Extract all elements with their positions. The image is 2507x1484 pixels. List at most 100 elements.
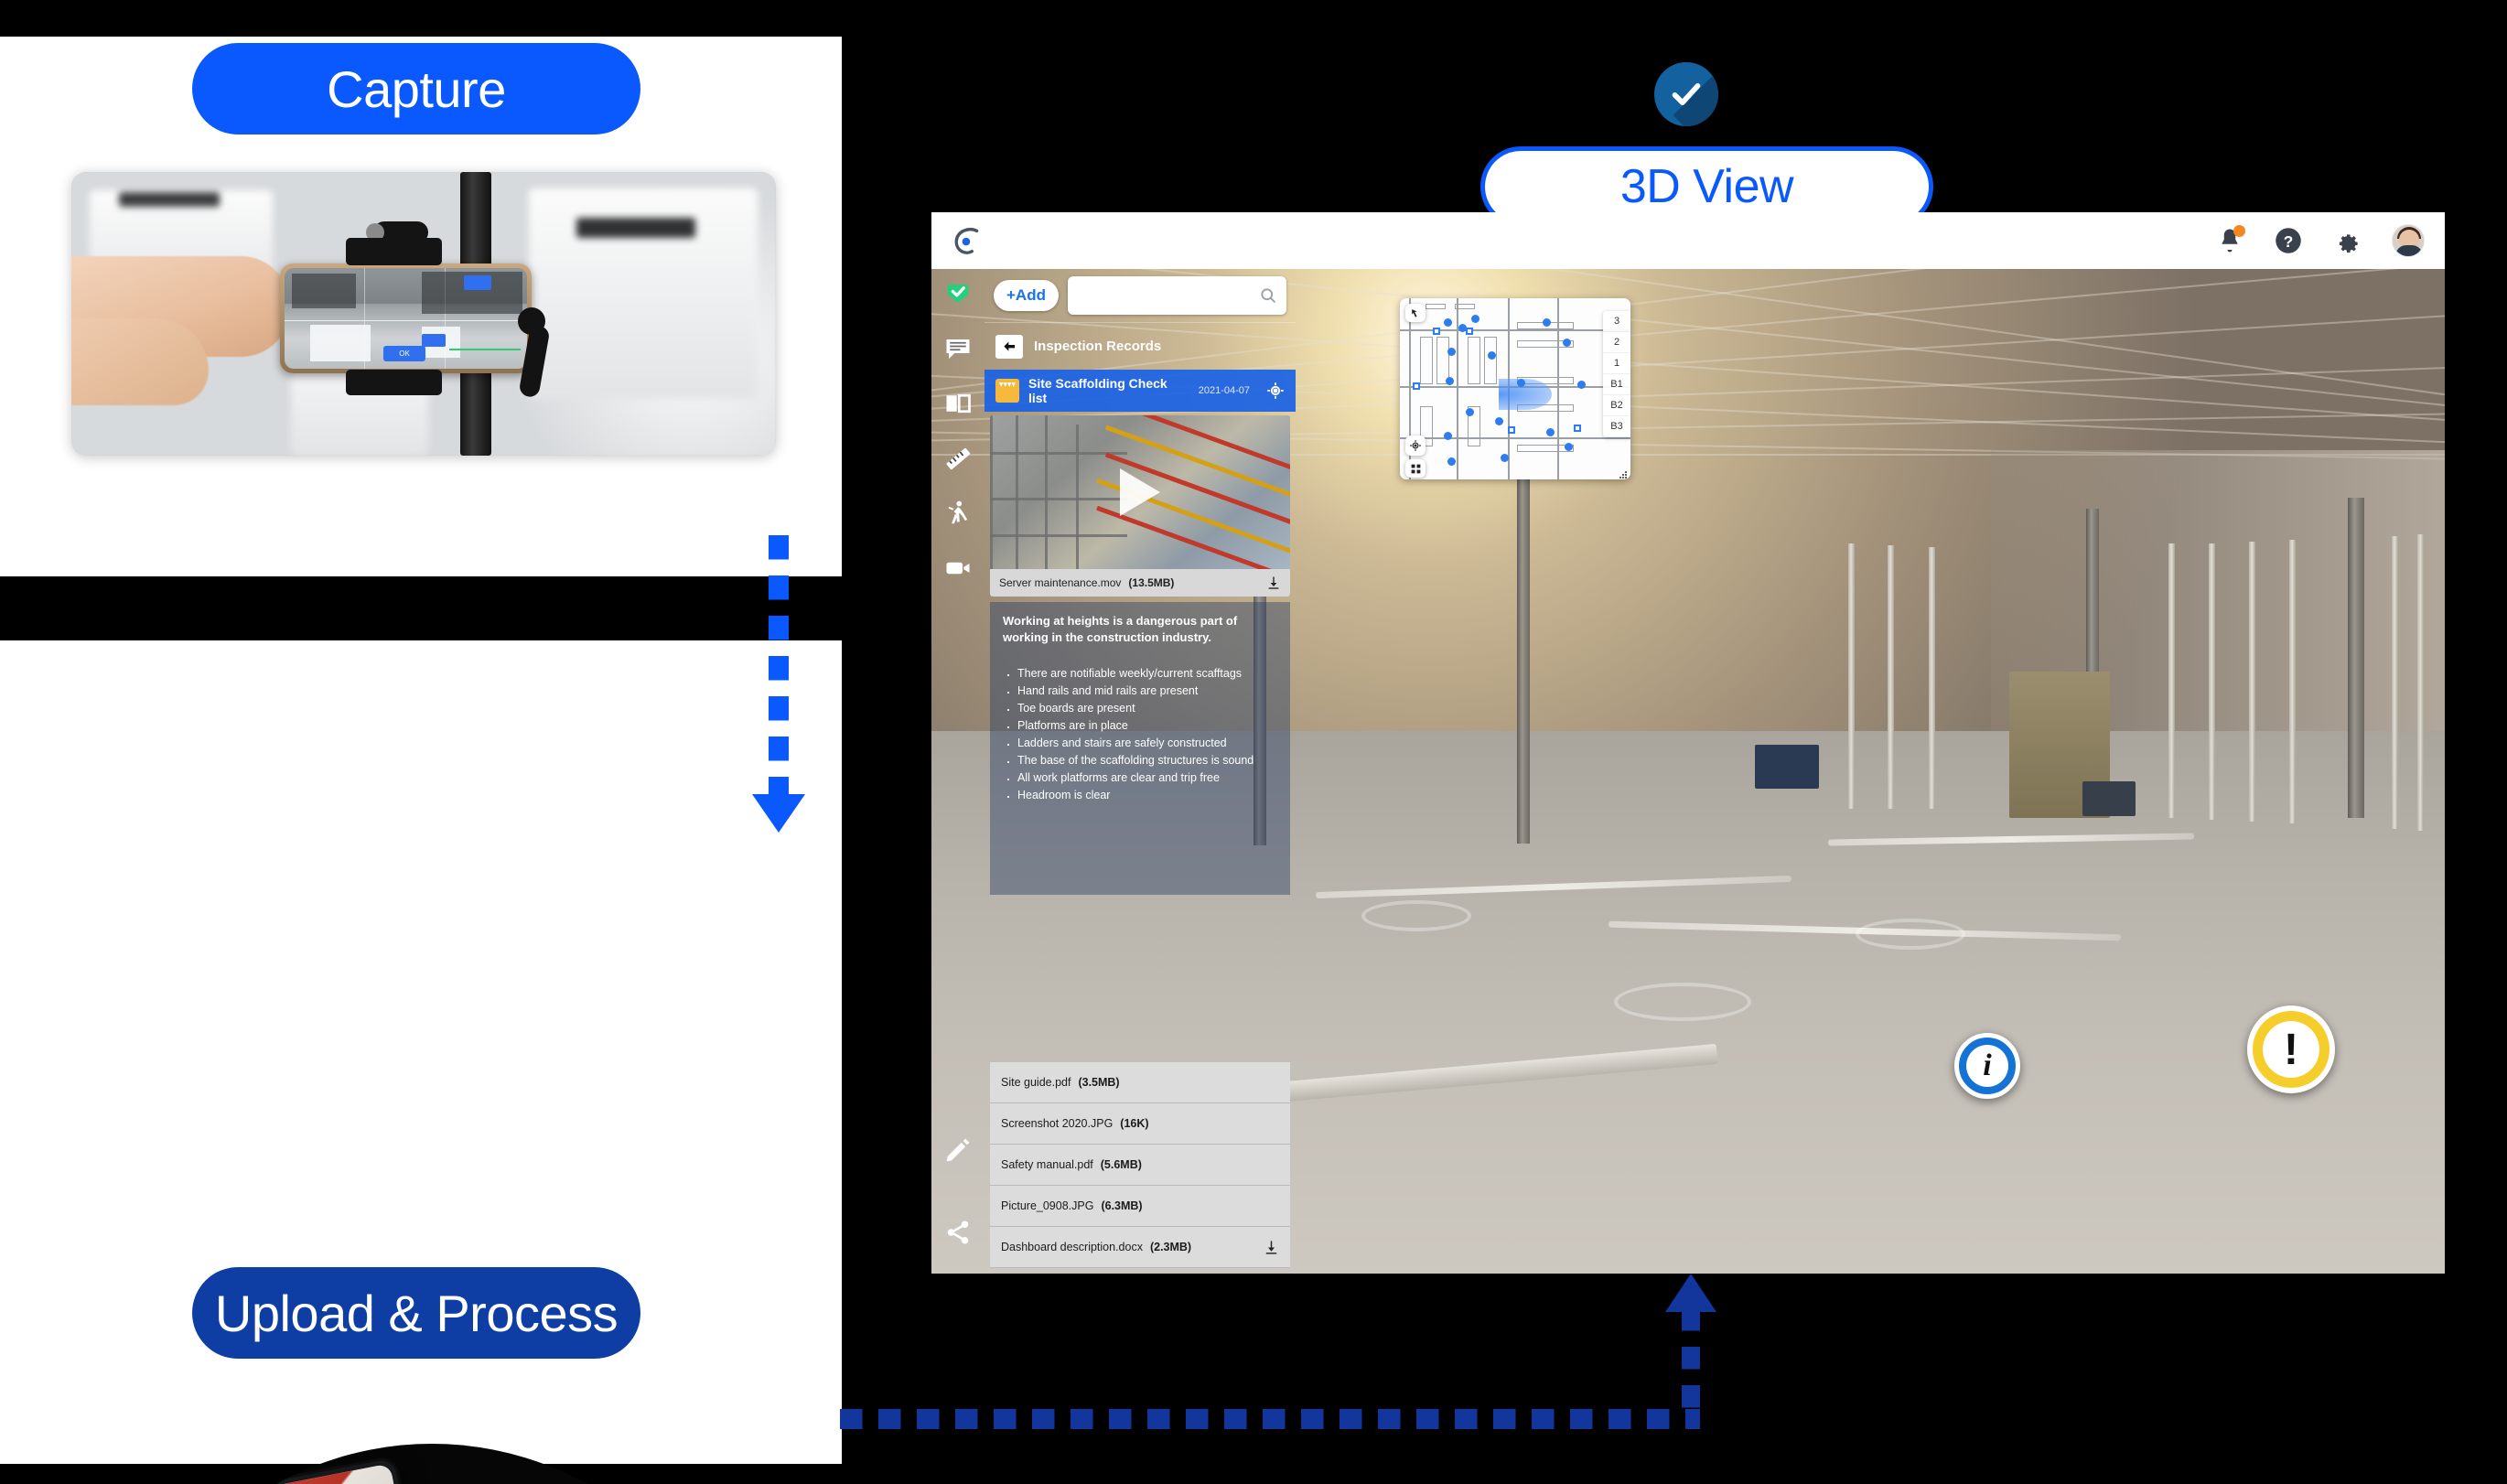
checklist-item: Platforms are in place: [1003, 715, 1277, 739]
download-icon[interactable]: [1264, 1240, 1279, 1255]
infographic-stage: OK Capture Upload & Process 3D View ? i …: [0, 0, 2507, 1484]
description-title: Working at heights is a dangerous part o…: [1003, 614, 1238, 644]
record-date: 2021-04-07: [1198, 385, 1251, 396]
resize-handle-icon[interactable]: [1619, 468, 1628, 479]
warning-marker-glyph: !: [2263, 1021, 2319, 1078]
attachment-row[interactable]: Safety manual.pdf (5.6MB): [990, 1145, 1290, 1186]
walkthrough-icon[interactable]: [944, 500, 972, 527]
records-toolbar: +Add: [985, 269, 1296, 322]
recenter-icon[interactable]: [1405, 436, 1426, 456]
phone-montage: [112, 1444, 752, 1484]
flow-arrow-down-dots: [769, 535, 789, 801]
attachment-size: (2.3MB): [1149, 1241, 1192, 1253]
video-meta: Server maintenance.mov (13.5MB): [990, 569, 1290, 597]
mounted-phone: OK: [280, 263, 532, 373]
video-camera-icon[interactable]: [944, 554, 972, 582]
attachment-size: (3.5MB): [1078, 1076, 1120, 1089]
pan-arrow-icon[interactable]: [1405, 304, 1426, 322]
attachment-row[interactable]: Site guide.pdf (3.5MB): [990, 1062, 1290, 1103]
checklist-item: There are notifiable weekly/current scaf…: [1003, 662, 1277, 687]
flow-arrow-right-dots: [840, 1409, 1700, 1429]
add-button[interactable]: +Add: [994, 280, 1059, 311]
checklist-item: Ladders and stairs are safely constructe…: [1003, 732, 1277, 757]
step-label-upload: Upload & Process: [192, 1267, 640, 1359]
attachment-row[interactable]: Screenshot 2020.JPG (16K): [990, 1103, 1290, 1145]
warning-marker-icon[interactable]: !: [2247, 1005, 2335, 1093]
montage-phone-inspection: [112, 1455, 426, 1484]
step-label-3dview-text: 3D View: [1619, 160, 1794, 213]
checklist-item: Hand rails and mid rails are present: [1003, 680, 1277, 704]
record-title: Site Scaffolding Check list: [1028, 376, 1167, 405]
video-attachment[interactable]: Server maintenance.mov (13.5MB): [990, 415, 1290, 597]
step-label-capture-text: Capture: [327, 59, 506, 118]
description-checklist: There are notifiable weekly/current scaf…: [1003, 662, 1277, 809]
step-label-capture: Capture: [192, 43, 640, 134]
breadcrumb[interactable]: Inspection Records: [985, 322, 1296, 370]
svg-text:?: ?: [2284, 232, 2294, 251]
floor-option[interactable]: 2: [1603, 332, 1630, 353]
description-block: Working at heights is a dangerous part o…: [990, 602, 1290, 895]
gps-target-icon[interactable]: [1266, 382, 1285, 400]
app-topbar: ?: [931, 212, 2445, 269]
pencil-icon[interactable]: [944, 1136, 972, 1164]
check-circle-icon: [1654, 62, 1718, 126]
checklist-item: All work platforms are clear and trip fr…: [1003, 767, 1277, 791]
floor-option[interactable]: B3: [1603, 416, 1630, 437]
comment-icon[interactable]: [944, 335, 972, 362]
attachment-name: Picture_0908.JPG: [1001, 1199, 1094, 1212]
play-icon[interactable]: [1120, 468, 1160, 516]
info-marker-icon[interactable]: i: [1954, 1033, 2020, 1099]
video-thumbnail[interactable]: [990, 415, 1290, 569]
attachment-row[interactable]: Dashboard description.docx (2.3MB): [990, 1227, 1290, 1268]
bell-icon[interactable]: [2216, 225, 2245, 254]
step-label-upload-text: Upload & Process: [214, 1284, 619, 1342]
attachment-name: Safety manual.pdf: [1001, 1158, 1093, 1171]
compare-icon[interactable]: [944, 390, 972, 417]
search-input[interactable]: [1076, 288, 1259, 303]
attachment-size: (5.6MB): [1100, 1158, 1142, 1171]
search-icon: [1261, 288, 1276, 304]
search-field[interactable]: [1067, 276, 1286, 315]
tool-rail: [931, 269, 985, 1274]
user-avatar[interactable]: [2392, 224, 2425, 257]
checklist-file-icon: [995, 379, 1019, 403]
share-icon[interactable]: [944, 1219, 972, 1246]
capture-step-card: OK Capture: [0, 37, 842, 576]
video-size: (13.5MB): [1128, 576, 1175, 589]
attachment-row[interactable]: Picture_0908.JPG (6.3MB): [990, 1186, 1290, 1227]
record-row-selected[interactable]: Site Scaffolding Check list 2021-04-07: [985, 370, 1296, 412]
floorplan-minimap[interactable]: 3 2 1 B1 B2 B3: [1400, 298, 1630, 479]
attachment-name: Dashboard description.docx: [1001, 1241, 1143, 1253]
floor-option[interactable]: 3: [1603, 311, 1630, 332]
attachment-list: Site guide.pdf (3.5MB) Screenshot 2020.J…: [990, 1062, 1290, 1268]
attachment-name: Screenshot 2020.JPG: [1001, 1117, 1114, 1130]
notification-badge: [2233, 225, 2245, 237]
app-window: ? i ! 3 2 1 B1 B2 B3 +Add Inspection Rec…: [931, 212, 2445, 1274]
checklist-item: Headroom is clear: [1003, 784, 1277, 809]
download-icon[interactable]: [1266, 575, 1281, 590]
orbit-logo-icon[interactable]: [952, 225, 983, 256]
help-circle-icon[interactable]: ?: [2275, 227, 2302, 254]
checklist-icon[interactable]: [944, 280, 972, 307]
checklist-item: Toe boards are present: [1003, 697, 1277, 722]
floor-option[interactable]: B1: [1603, 374, 1630, 395]
flow-arrow-up-head: [1665, 1274, 1716, 1312]
breadcrumb-label: Inspection Records: [1034, 339, 1162, 354]
info-marker-glyph: i: [1966, 1045, 2008, 1087]
inspection-records-panel: +Add Inspection Records Site Scaffolding…: [985, 269, 1296, 1274]
capture-photo: OK: [71, 172, 776, 456]
layers-icon[interactable]: [1405, 459, 1426, 478]
measure-icon[interactable]: [944, 445, 972, 472]
view-cone: [1499, 379, 1552, 410]
attachment-size: (6.3MB): [1101, 1199, 1143, 1212]
floor-option[interactable]: 1: [1603, 353, 1630, 374]
floor-selector[interactable]: 3 2 1 B1 B2 B3: [1603, 311, 1630, 437]
video-filename: Server maintenance.mov: [999, 576, 1122, 589]
floor-option[interactable]: B2: [1603, 395, 1630, 416]
flow-arrow-up-dots: [1682, 1308, 1700, 1418]
flow-arrow-down-head: [752, 794, 805, 833]
upload-step-card: Upload & Process: [0, 640, 842, 1484]
back-arrow-icon[interactable]: [995, 334, 1023, 359]
attachment-size: (16K): [1120, 1117, 1149, 1130]
gear-icon[interactable]: [2333, 227, 2361, 254]
